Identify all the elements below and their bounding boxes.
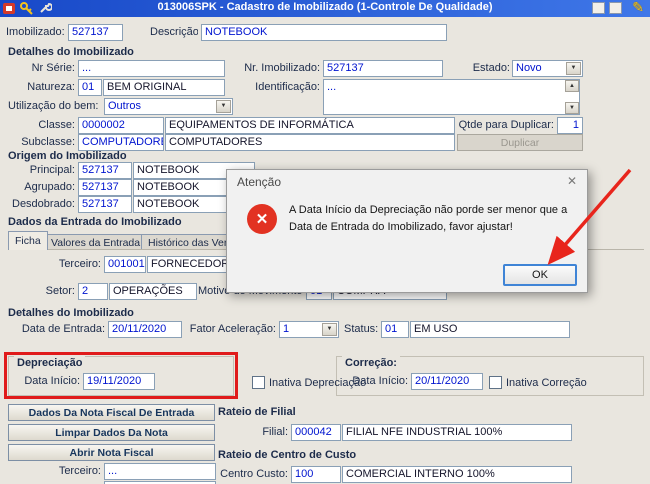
- chevron-down-icon[interactable]: ▼: [566, 62, 581, 75]
- limpar-dados-nota-button[interactable]: Limpar Dados Da Nota: [8, 424, 215, 441]
- desdobrado-code-field[interactable]: 527137: [78, 196, 132, 213]
- setor-label: Setor:: [45, 285, 75, 297]
- centro-custo-label: Centro Custo:: [220, 468, 288, 480]
- utilizacao-select[interactable]: Outros ▼: [104, 98, 233, 115]
- atencao-dialog: Atenção ✕ ✕ A Data Início da Depreciação…: [226, 169, 588, 293]
- edit-pencil-icon[interactable]: ✎: [632, 0, 644, 16]
- nota-terceiro-field[interactable]: ...: [104, 463, 216, 480]
- nr-imobilizado-label: Nr. Imobilizado:: [244, 62, 320, 74]
- dep-data-inicio-field[interactable]: 19/11/2020: [83, 373, 155, 390]
- estado-label: Estado:: [472, 62, 510, 74]
- scroll-down-icon[interactable]: ▼: [565, 102, 579, 114]
- maximize-button[interactable]: [609, 2, 622, 14]
- depreciacao-title: Depreciação: [14, 356, 86, 370]
- abrir-nota-fiscal-button[interactable]: Abrir Nota Fiscal: [8, 444, 215, 461]
- fator-aceleracao-label: Fator Aceleração:: [189, 323, 276, 335]
- duplicar-button[interactable]: Duplicar: [457, 134, 583, 151]
- detalhes-entrada-group-title: Detalhes do Imobilizado: [8, 307, 134, 319]
- data-entrada-field[interactable]: 20/11/2020: [108, 321, 182, 338]
- cor-data-inicio-label: Data Início:: [352, 375, 408, 387]
- nr-imobilizado-field[interactable]: 527137: [323, 60, 443, 77]
- nota-terceiro-label: Terceiro:: [58, 465, 101, 477]
- chevron-down-icon[interactable]: ▼: [322, 323, 337, 336]
- natureza-desc-field: BEM ORIGINAL: [103, 79, 225, 96]
- inativa-correcao-checkbox[interactable]: [489, 376, 502, 389]
- status-code-field[interactable]: 01: [381, 321, 409, 338]
- identificacao-field[interactable]: ... ▲ ▼: [323, 79, 580, 115]
- dados-nota-fiscal-button[interactable]: Dados Da Nota Fiscal De Entrada: [8, 404, 215, 421]
- error-icon: ✕: [247, 204, 277, 234]
- centro-custo-desc-field: COMERCIAL INTERNO 100%: [342, 466, 572, 483]
- cor-data-inicio-field[interactable]: 20/11/2020: [411, 373, 483, 390]
- qtde-duplicar-label: Qtde para Duplicar:: [458, 119, 554, 131]
- status-desc-field: EM USO: [410, 321, 570, 338]
- correcao-title: Correção:: [342, 356, 400, 370]
- chevron-down-icon[interactable]: ▼: [216, 100, 231, 113]
- agrupado-code-field[interactable]: 527137: [78, 179, 132, 196]
- identificacao-label: Identificação:: [255, 81, 320, 93]
- setor-code-field[interactable]: 2: [78, 283, 108, 300]
- filial-label: Filial:: [262, 426, 288, 438]
- nr-serie-label: Nr Série:: [31, 62, 75, 74]
- window-title: 013006SPK - Cadastro de Imobilizado (1-C…: [157, 1, 493, 13]
- data-entrada-label: Data de Entrada:: [21, 323, 105, 335]
- title-bar: 013006SPK - Cadastro de Imobilizado (1-C…: [0, 0, 650, 17]
- estado-select[interactable]: Novo ▼: [512, 60, 583, 77]
- qtde-duplicar-field[interactable]: 1: [557, 117, 583, 134]
- inativa-depreciacao-checkbox[interactable]: [252, 376, 265, 389]
- fator-aceleracao-select[interactable]: 1 ▼: [279, 321, 339, 338]
- principal-code-field[interactable]: 527137: [78, 162, 132, 179]
- minimize-button[interactable]: [592, 2, 605, 14]
- utilizacao-label: Utilização do bem:: [8, 100, 99, 112]
- subclasse-desc-field: COMPUTADORES: [165, 134, 455, 151]
- filial-code-field[interactable]: 000042: [291, 424, 341, 441]
- terceiro-code-field[interactable]: 001001: [104, 256, 146, 273]
- close-icon[interactable]: ✕: [567, 174, 577, 188]
- agrupado-label: Agrupado:: [24, 181, 75, 193]
- natureza-code-field[interactable]: 01: [78, 79, 102, 96]
- nr-serie-field[interactable]: ...: [78, 60, 225, 77]
- principal-label: Principal:: [29, 164, 75, 176]
- app-window: 013006SPK - Cadastro de Imobilizado (1-C…: [0, 0, 650, 484]
- dialog-title: Atenção: [237, 175, 282, 189]
- descricao-field[interactable]: NOTEBOOK: [201, 24, 447, 41]
- imobilizado-field[interactable]: 527137: [68, 24, 123, 41]
- descricao-label: Descrição:: [150, 26, 198, 38]
- centro-custo-code-field[interactable]: 100: [291, 466, 341, 483]
- dep-data-inicio-label: Data Início:: [24, 375, 80, 387]
- desdobrado-label: Desdobrado:: [12, 198, 75, 210]
- filial-desc-field: FILIAL NFE INDUSTRIAL 100%: [342, 424, 572, 441]
- classe-desc-field: EQUIPAMENTOS DE INFORMÁTICA: [165, 117, 455, 134]
- setor-desc-field: OPERAÇÕES: [109, 283, 197, 300]
- origem-group-title: Origem do Imobilizado: [8, 150, 127, 162]
- ok-button[interactable]: OK: [503, 264, 577, 286]
- imobilizado-label: Imobilizado:: [6, 26, 64, 38]
- classe-label: Classe:: [38, 119, 75, 131]
- scroll-up-icon[interactable]: ▲: [565, 80, 579, 92]
- status-label: Status:: [344, 323, 378, 335]
- inativa-correcao-label: Inativa Correção: [506, 377, 587, 389]
- dialog-message: A Data Início da Depreciação não porde s…: [289, 204, 568, 233]
- terceiro-label: Terceiro:: [58, 258, 101, 270]
- detalhes-group-title: Detalhes do Imobilizado: [8, 46, 134, 58]
- tab-valores-entrada[interactable]: Valores da Entrada: [44, 234, 148, 250]
- tab-ficha[interactable]: Ficha: [8, 231, 48, 250]
- rateio-filial-title: Rateio de Filial: [218, 406, 296, 418]
- natureza-label: Natureza:: [27, 81, 75, 93]
- entrada-group-title: Dados da Entrada do Imobilizado: [8, 216, 182, 228]
- rateio-cc-title: Rateio de Centro de Custo: [218, 449, 357, 461]
- classe-code-field[interactable]: 0000002: [78, 117, 164, 134]
